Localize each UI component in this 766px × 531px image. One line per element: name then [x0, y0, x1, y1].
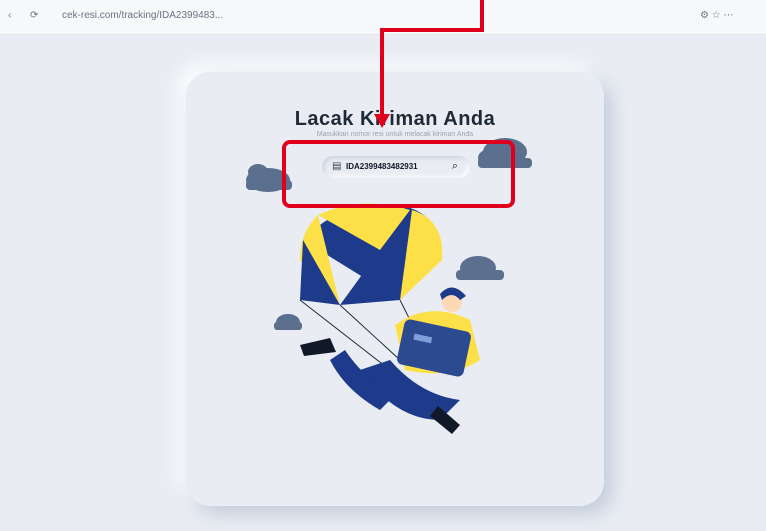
annotation-arrow-line: [480, 0, 484, 30]
annotation-arrow-line: [380, 28, 384, 116]
cloud-icon: [456, 256, 504, 280]
cloud-icon: [274, 314, 302, 330]
courier-figure: [300, 287, 480, 434]
annotation-highlight-box: [282, 140, 515, 208]
annotation-arrow-head: [374, 114, 390, 128]
parachute-canopy: [300, 203, 443, 305]
annotation-arrow-line: [380, 28, 484, 32]
